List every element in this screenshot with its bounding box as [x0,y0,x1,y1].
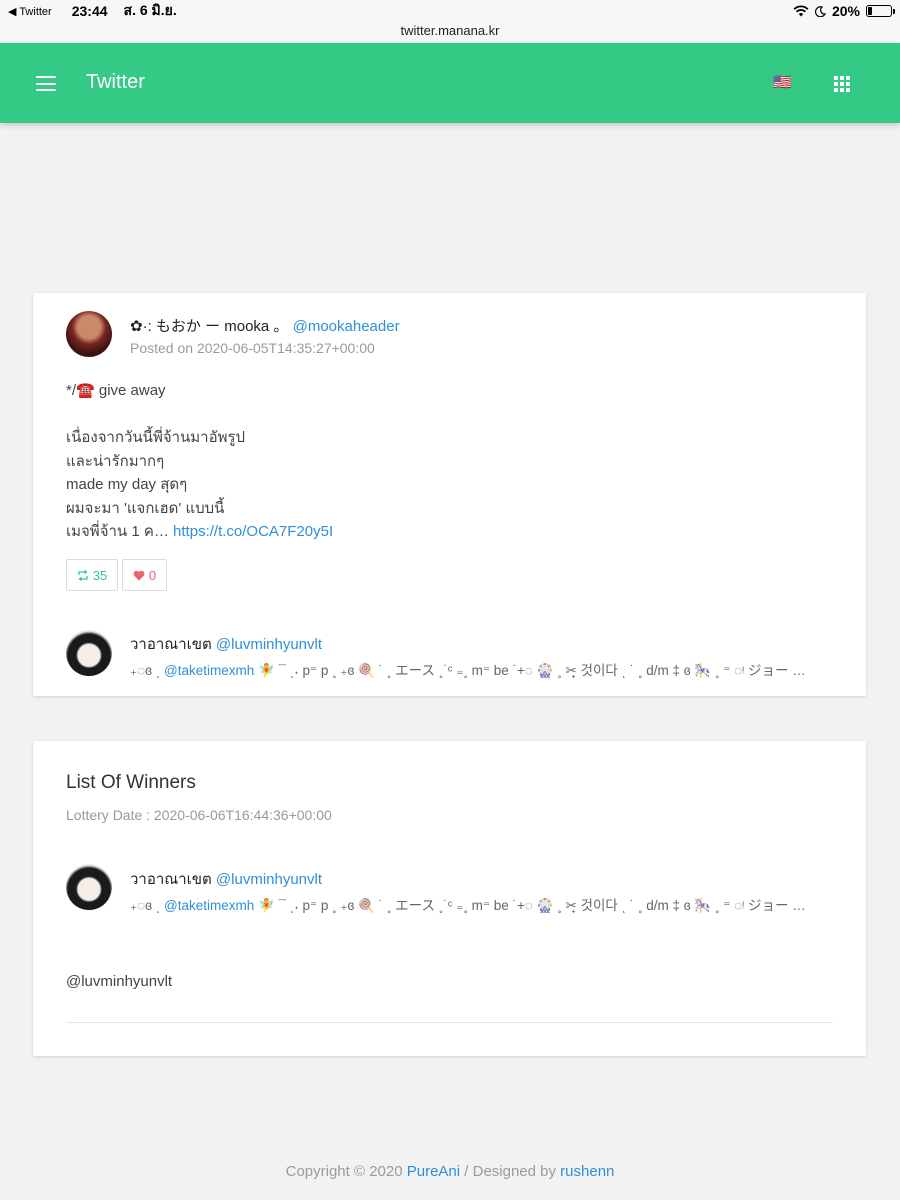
user-avatar[interactable] [66,630,112,676]
user-name: วาอาณาเขต [130,636,212,653]
user-line: วาอาณาเขต @luvminhyunvlt [130,632,322,656]
tweet-line: made my day สุดๆ [66,476,188,493]
tweet-line: */☎️ give away [66,382,166,399]
battery-percent: 20% [831,3,860,19]
back-to-app-button[interactable]: ◀ Twitter [8,5,52,18]
footer: Copyright © 2020 PureAni / Designed by r… [0,1163,900,1180]
copyright-text: Copyright © 2020 [285,1163,407,1180]
user-bio: ₊◌ɞ ͺ @taketimexmh 🧚 ¯ ͺ˖ p⁼ p ˳ ₊ɞ 🍭 ˙ … [130,659,830,679]
posted-date: Posted on 2020-06-05T14:35:27+00:00 [130,340,375,356]
tweet-card: ✿·: もおか ー mooka 。 @mookaheader Posted on… [33,293,866,696]
tweet-line: ผมจะมา 'แจกเฮด' แบบนี้ [66,499,225,517]
tweet-line: เมจพี่จ้าน 1 ค… [66,523,169,540]
app-title: Twitter [86,71,145,93]
retweet-count: 35 [92,567,108,583]
hamburger-menu-icon[interactable] [36,76,56,91]
clock: 23:44 [71,3,108,19]
us-flag-icon[interactable]: 🇺🇸 [773,73,792,91]
winner-name: วาอาณาเขต [130,871,212,888]
bio-handle-link[interactable]: @taketimexmh [164,898,254,913]
winner-handle-text: @luvminhyunvlt [66,973,173,990]
winner-handle-link[interactable]: @luvminhyunvlt [216,871,322,888]
tweet-link[interactable]: https://t.co/OCA7F20y5I [173,523,333,540]
like-button[interactable]: 0 [122,559,167,591]
designed-by-text: / Designed by [460,1163,561,1180]
app-bar: Twitter 🇺🇸 [0,43,900,123]
battery-icon [866,5,895,17]
bio-handle-link[interactable]: @taketimexmh [164,663,254,678]
pureani-link[interactable]: PureAni [407,1163,460,1180]
winner-bio: ₊◌ɞ ͺ @taketimexmh 🧚 ¯ ͺ˖ p⁼ p ˳ ₊ɞ 🍭 ˙ … [130,894,830,914]
heart-icon [133,570,145,580]
moon-icon [814,5,826,17]
lottery-date: Lottery Date : 2020-06-06T16:44:36+00:00 [66,807,332,823]
author-handle-link[interactable]: @mookaheader [293,318,400,335]
wifi-icon [793,5,809,17]
user-handle-link[interactable]: @luvminhyunvlt [216,636,322,653]
divider [66,1022,833,1023]
retweet-icon [78,569,88,581]
winners-card: List Of Winners Lottery Date : 2020-06-0… [33,741,866,1056]
tweet-line: และน่ารักมากๆ [66,452,165,470]
winners-title: List Of Winners [66,772,196,793]
status-bar: ◀ Twitter 23:44 ส. 6 มิ.ย. 20% [0,0,900,22]
like-count: 0 [148,567,157,583]
bio-rest: 🧚 ¯ ͺ˖ p⁼ p ˳ ₊ɞ 🍭 ˙ ˳ エース ˳˙ᶜ ₌˳ m⁼ be … [254,663,806,678]
grid-apps-icon[interactable] [834,76,850,92]
url-bar[interactable]: twitter.manana.kr [0,22,900,43]
bio-prefix: ₊◌ɞ ͺ [130,663,164,678]
tweet-line: เนื่องจากวันนี้พี่จ้านมาอัพรูป [66,429,246,446]
retweet-button[interactable]: 35 [66,559,118,591]
tweet-text: */☎️ give away เนื่องจากวันนี้พี่จ้านมาอ… [66,379,333,544]
author-avatar[interactable] [66,311,112,357]
battery-fill [868,7,873,15]
date: ส. 6 มิ.ย. [123,2,177,18]
author-name: ✿·: もおか ー mooka 。 [130,318,289,335]
author-line: ✿·: もおか ー mooka 。 @mookaheader [130,315,400,336]
winner-user-line: วาอาณาเขต @luvminhyunvlt [130,867,322,891]
bio-rest: 🧚 ¯ ͺ˖ p⁼ p ˳ ₊ɞ 🍭 ˙ ˳ エース ˳˙ᶜ ₌˳ m⁼ be … [254,898,806,913]
winner-avatar[interactable] [66,864,112,910]
bio-prefix: ₊◌ɞ ͺ [130,898,164,913]
designer-link[interactable]: rushenn [560,1163,614,1180]
